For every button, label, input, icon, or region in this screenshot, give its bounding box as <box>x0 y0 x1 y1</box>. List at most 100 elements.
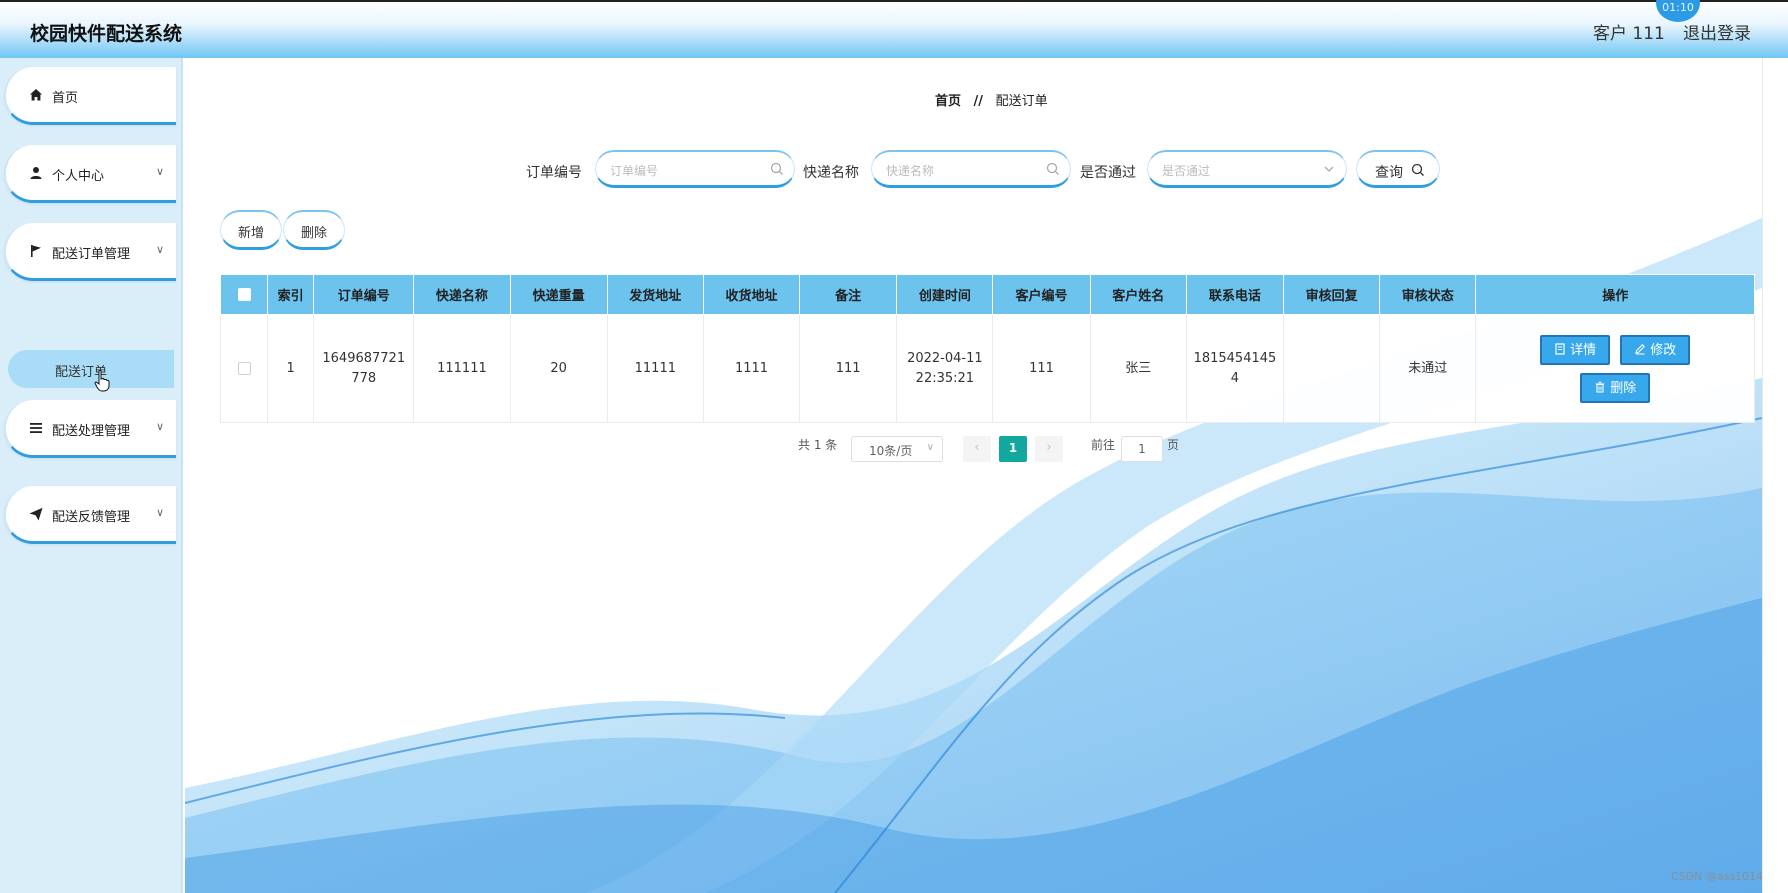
detail-button[interactable]: 详情 <box>1540 334 1611 365</box>
row-checkbox[interactable] <box>237 361 251 375</box>
chevron-left-icon: ‹ <box>974 440 980 455</box>
chevron-down-icon <box>1324 166 1334 172</box>
cell-customer-name: 张三 <box>1089 314 1187 423</box>
select-all-cell <box>219 274 269 315</box>
add-button[interactable]: 新增 <box>220 210 282 250</box>
cell-ship-address: 11111 <box>606 314 704 423</box>
pagination-total: 共 1 条 <box>798 438 838 452</box>
breadcrumb-home[interactable]: 首页 <box>935 94 961 109</box>
column-header: 客户姓名 <box>1089 274 1187 315</box>
column-header: 快递重量 <box>509 274 608 315</box>
chevron-down-icon: ∨ <box>156 243 165 256</box>
cell-remark: 111 <box>799 314 898 423</box>
row-select-cell <box>219 314 269 423</box>
home-icon <box>30 89 42 101</box>
page-size-value: 10条/页 <box>869 444 913 458</box>
row-delete-button[interactable]: 删除 <box>1580 372 1651 403</box>
chevron-down-icon: ∨ <box>156 506 165 519</box>
breadcrumb-separator: // <box>973 94 984 109</box>
cell-express-name: 111111 <box>413 314 511 423</box>
express-name-placeholder: 快递名称 <box>886 164 935 178</box>
page-size-select[interactable]: 10条/页 ∨ <box>851 436 943 462</box>
cell-phone: 18154541454 <box>1185 314 1285 423</box>
column-header: 审核回复 <box>1283 274 1381 315</box>
flag-icon <box>31 245 41 257</box>
sidebar-item-processing-management[interactable]: 配送处理管理 ∨ <box>4 400 176 458</box>
edit-button[interactable]: 修改 <box>1620 334 1691 365</box>
express-name-input[interactable]: 快递名称 <box>871 150 1071 188</box>
cell-order-no: 1649687721778 <box>313 314 415 423</box>
sidebar-item-label: 配送处理管理 <box>52 424 131 439</box>
sidebar-item-order-management[interactable]: 配送订单管理 ∨ <box>4 223 176 281</box>
column-header: 联系电话 <box>1185 274 1285 315</box>
cell-index: 1 <box>267 314 315 423</box>
order-no-placeholder: 订单编号 <box>610 164 659 178</box>
user-label: 客户 111 <box>1593 24 1665 44</box>
cell-weight: 20 <box>509 314 608 423</box>
sidebar-item-feedback-management[interactable]: 配送反馈管理 ∨ <box>4 486 176 544</box>
column-header: 收货地址 <box>702 274 801 315</box>
cell-actions: 详情 修改 删除 <box>1475 314 1755 423</box>
page-unit-label: 页 <box>1167 438 1180 452</box>
search-icon <box>1411 163 1424 176</box>
chevron-down-icon: ∨ <box>156 165 165 178</box>
delete-button[interactable]: 删除 <box>283 210 345 250</box>
user-icon <box>30 167 42 179</box>
column-header: 创建时间 <box>896 274 994 315</box>
search-icon <box>1046 162 1059 175</box>
document-icon <box>1555 342 1565 355</box>
express-name-label: 快递名称 <box>803 165 859 181</box>
column-header: 审核状态 <box>1379 274 1477 315</box>
pointer-cursor-icon <box>94 370 110 392</box>
order-no-input[interactable]: 订单编号 <box>595 150 795 188</box>
cell-review-status: 未通过 <box>1379 314 1477 423</box>
breadcrumb-current: 配送订单 <box>995 94 1048 109</box>
row-delete-button-label: 删除 <box>1610 380 1637 396</box>
query-button[interactable]: 查询 <box>1356 150 1440 188</box>
sidebar-subitem-delivery-order[interactable]: 配送订单 <box>8 350 174 388</box>
orders-table: 索引 订单编号 快递名称 快递重量 发货地址 收货地址 备注 创建时间 客户编号… <box>219 274 1755 424</box>
app-title: 校园快件配送系统 <box>30 23 183 45</box>
next-page-button[interactable]: › <box>1035 436 1063 462</box>
send-icon <box>29 507 43 521</box>
sidebar-item-label: 配送反馈管理 <box>52 510 131 525</box>
column-header: 订单编号 <box>313 274 415 315</box>
main-content: 首页 // 配送订单 订单编号 订单编号 快递名称 快递名称 是否通过 是否通过… <box>185 58 1762 893</box>
query-button-label: 查询 <box>1375 165 1403 181</box>
sidebar-item-profile[interactable]: 个人中心 ∨ <box>4 145 176 203</box>
cell-customer-no: 111 <box>992 314 1091 423</box>
cell-created-time: 2022-04-11 22:35:21 <box>896 314 994 423</box>
order-no-label: 订单编号 <box>526 165 582 181</box>
approved-select[interactable]: 是否通过 <box>1147 150 1347 188</box>
cell-receive-address: 1111 <box>702 314 801 423</box>
column-header: 索引 <box>267 274 315 315</box>
approved-placeholder: 是否通过 <box>1162 164 1211 178</box>
trash-icon <box>1595 381 1605 393</box>
chevron-down-icon: ∨ <box>156 420 165 433</box>
edit-button-label: 修改 <box>1650 342 1677 358</box>
sidebar-item-label: 个人中心 <box>52 169 105 184</box>
sidebar-item-home[interactable]: 首页 <box>4 67 176 125</box>
list-icon <box>30 423 42 433</box>
page-number-button[interactable]: 1 <box>999 436 1027 462</box>
column-header: 客户编号 <box>992 274 1091 315</box>
prev-page-button[interactable]: ‹ <box>963 436 991 462</box>
approved-label: 是否通过 <box>1080 165 1136 181</box>
search-icon <box>770 162 783 175</box>
chevron-down-icon: ∨ <box>926 442 934 453</box>
sidebar-item-label: 配送订单管理 <box>52 247 131 262</box>
cell-review-reply <box>1283 314 1381 423</box>
column-header: 备注 <box>799 274 898 315</box>
table-row: 1 1649687721778 111111 20 11111 1111 111… <box>219 314 1755 423</box>
watermark: CSDN @ass1014 <box>1671 870 1764 883</box>
pencil-icon <box>1635 343 1646 354</box>
sidebar-item-label: 首页 <box>52 91 79 106</box>
detail-button-label: 详情 <box>1570 342 1597 358</box>
select-all-checkbox[interactable] <box>237 288 251 301</box>
goto-label: 前往 <box>1091 438 1116 452</box>
sidebar: 首页 个人中心 ∨ 配送订单管理 ∨ 配送订单 配送处理管理 ∨ 配送反馈管理 … <box>0 58 183 893</box>
goto-page-input[interactable]: 1 <box>1121 436 1163 462</box>
breadcrumb: 首页 // 配送订单 <box>935 90 1048 109</box>
logout-link[interactable]: 退出登录 <box>1683 19 1751 44</box>
top-header: 校园快件配送系统 01:10 客户 111 退出登录 <box>0 0 1788 58</box>
